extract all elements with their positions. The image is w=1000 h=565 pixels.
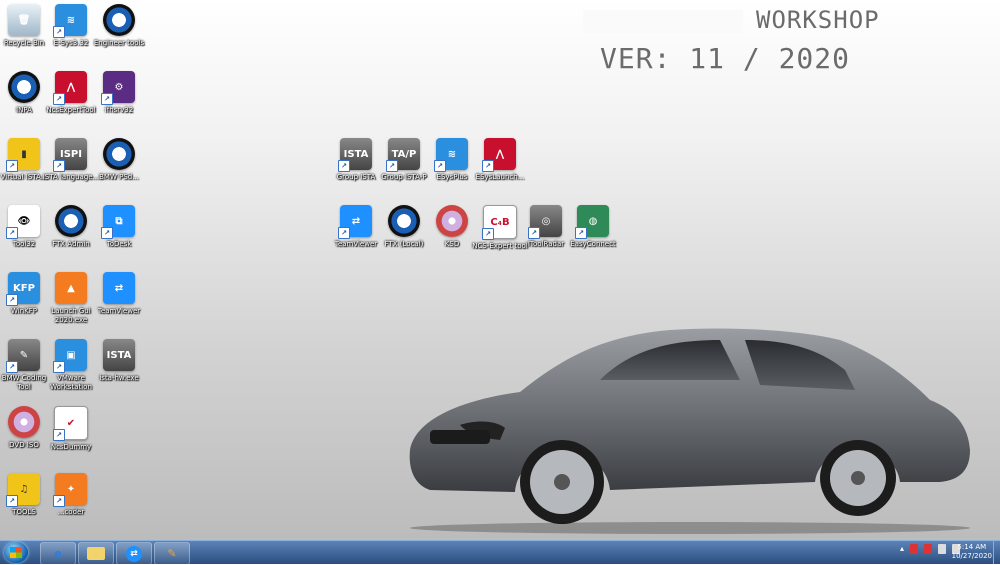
icon-label: Tool32 (12, 240, 36, 248)
icon-label: E-Sys3.32 (53, 39, 89, 47)
tray-volume-icon[interactable] (938, 544, 946, 554)
checkmark-icon: ✔ ↗ (53, 406, 88, 441)
taskbar-paint[interactable]: ✎ (154, 542, 190, 565)
shortcut-icon: ⚙ ↗ (101, 71, 135, 105)
start-button[interactable] (4, 542, 28, 563)
flame-icon: ▲ (55, 272, 87, 304)
desktop-icon-easyconnect[interactable]: ◍ ↗ EasyConnect (563, 205, 623, 249)
icon-label: FTX (Local) (384, 240, 424, 248)
taskbar: e ⇄ ✎ ▴ 5:14 AM 10/27/2020 (0, 540, 1000, 565)
desktop-icon-bmw-psd[interactable]: BMW PSd... (89, 138, 149, 182)
icon-label: EasyConnect (570, 240, 616, 248)
icon-label: NcsDummy (50, 443, 92, 451)
paint-icon: ✎ (167, 547, 177, 560)
icon-label: TOOLS (12, 508, 36, 516)
desktop-icon-teamviewer[interactable]: ⇄ TeamViewer (89, 272, 149, 316)
teamviewer-icon: ⇄ (126, 545, 142, 562)
icon-label: KSD (444, 240, 460, 248)
taskbar-file-explorer[interactable] (78, 542, 114, 565)
bmw-logo-icon (388, 205, 420, 237)
teamviewer-icon: ⇄ (103, 272, 135, 304)
folder-icon (87, 547, 105, 560)
icon-label: IToolRadar (527, 240, 565, 248)
ksd-icon (436, 205, 468, 237)
icon-label: ista-hw.exe (99, 374, 139, 382)
windows-logo-icon (10, 547, 22, 558)
desktop-icon-todesk[interactable]: ⧉ ↗ ToDesk (89, 205, 149, 249)
icon-label: ifhsrv32 (104, 106, 134, 114)
icon-label: BMW PSd... (99, 173, 139, 181)
esys-icon: ≋ ↗ (434, 138, 468, 172)
ncs-icon: ⋀ ↗ (482, 138, 516, 172)
icon-label: ToDesk (106, 240, 132, 248)
ncs-icon: ⋀ ↗ (53, 71, 87, 105)
ista-icon: ISTA (103, 339, 135, 371)
clock-date: 10/27/2020 (951, 552, 992, 560)
system-clock[interactable]: 5:14 AM 10/27/2020 (952, 543, 992, 561)
teamviewer-icon: ⇄ ↗ (338, 205, 372, 239)
desktop-icon-ncsdummy[interactable]: ✔ ↗ NcsDummy (41, 406, 101, 452)
folder-icon: ▮ ↗ (6, 138, 40, 172)
recycle-bin-icon: 🗑 (8, 4, 40, 36)
tools-icon: ✎ ↗ (6, 339, 40, 373)
desktop-icon-engineer-tools[interactable]: Engineer tools (89, 4, 149, 48)
bmw-logo-icon (8, 71, 40, 103)
desktop-icon-ista-hw[interactable]: ISTA ista-hw.exe (89, 339, 149, 383)
radar-icon: ◎ ↗ (528, 205, 562, 239)
coder-icon: ✦ ↗ (53, 473, 87, 507)
internet-explorer-icon: e (54, 547, 62, 560)
icon-label: ESysLaunch... (475, 173, 525, 181)
bmw-logo-icon (103, 138, 135, 170)
taskbar-teamviewer[interactable]: ⇄ (116, 542, 152, 565)
folder-icon: ♫ ↗ (6, 473, 40, 507)
globe-icon: ◍ ↗ (575, 205, 609, 239)
kfp-icon: KFP ↗ (6, 272, 40, 306)
icon-label: TeamViewer (334, 240, 378, 248)
icon-label: WinKFP (11, 307, 37, 315)
todesk-icon: ⧉ ↗ (101, 205, 135, 239)
desktop-icon-coder[interactable]: ✦ ↗ ...coder (41, 473, 101, 517)
icon-label: INPA (16, 106, 32, 114)
car-wallpaper-image (409, 328, 970, 534)
desktop-icon-ifhsrv32[interactable]: ⚙ ↗ ifhsrv32 (89, 71, 149, 115)
desktop-icon-esyslauncher[interactable]: ⋀ ↗ ESysLaunch... (470, 138, 530, 182)
bmw-logo-icon (103, 4, 135, 36)
clock-time: 5:14 AM (957, 543, 987, 551)
icon-label: TeamViewer (97, 307, 141, 315)
desktop: WORKSHOP VER: 11 / 2020 🗑 Recycle Bin ≋ ↗… (0, 0, 1000, 540)
eye-icon: 👁 ↗ (6, 205, 40, 239)
icon-label: DVD ISO (9, 441, 39, 449)
icon-label: Group ISTA (336, 173, 376, 181)
ista-icon: ISTA ↗ (338, 138, 372, 172)
header-title: WORKSHOP (756, 6, 880, 34)
icon-label: ESysPlus (436, 173, 468, 181)
esys-icon: ≋ ↗ (53, 4, 87, 38)
ncs-expert-icon: C₄B ↗ (482, 205, 517, 240)
tray-network-icon[interactable] (910, 544, 918, 554)
taskbar-internet-explorer[interactable]: e (40, 542, 76, 565)
vmware-icon: ▣ ↗ (53, 339, 87, 373)
ispi-icon: ISPI ↗ (53, 138, 87, 172)
cd-icon (8, 406, 40, 438)
header-redacted-area (583, 10, 743, 34)
tray-action-center-icon[interactable] (924, 544, 932, 554)
icon-label: FTX Admin (52, 240, 90, 248)
version-label: VER: 11 / 2020 (600, 42, 851, 75)
tray-arrow-icon[interactable]: ▴ (900, 544, 904, 554)
istap-icon: TA/P ↗ (386, 138, 420, 172)
bmw-logo-icon (55, 205, 87, 237)
show-desktop-button[interactable] (993, 541, 1000, 564)
icon-label: ...coder (57, 508, 85, 516)
icon-label: Recycle Bin (3, 39, 45, 47)
icon-label: Group ISTA-P (381, 173, 427, 181)
icon-label: Engineer tools (93, 39, 145, 47)
